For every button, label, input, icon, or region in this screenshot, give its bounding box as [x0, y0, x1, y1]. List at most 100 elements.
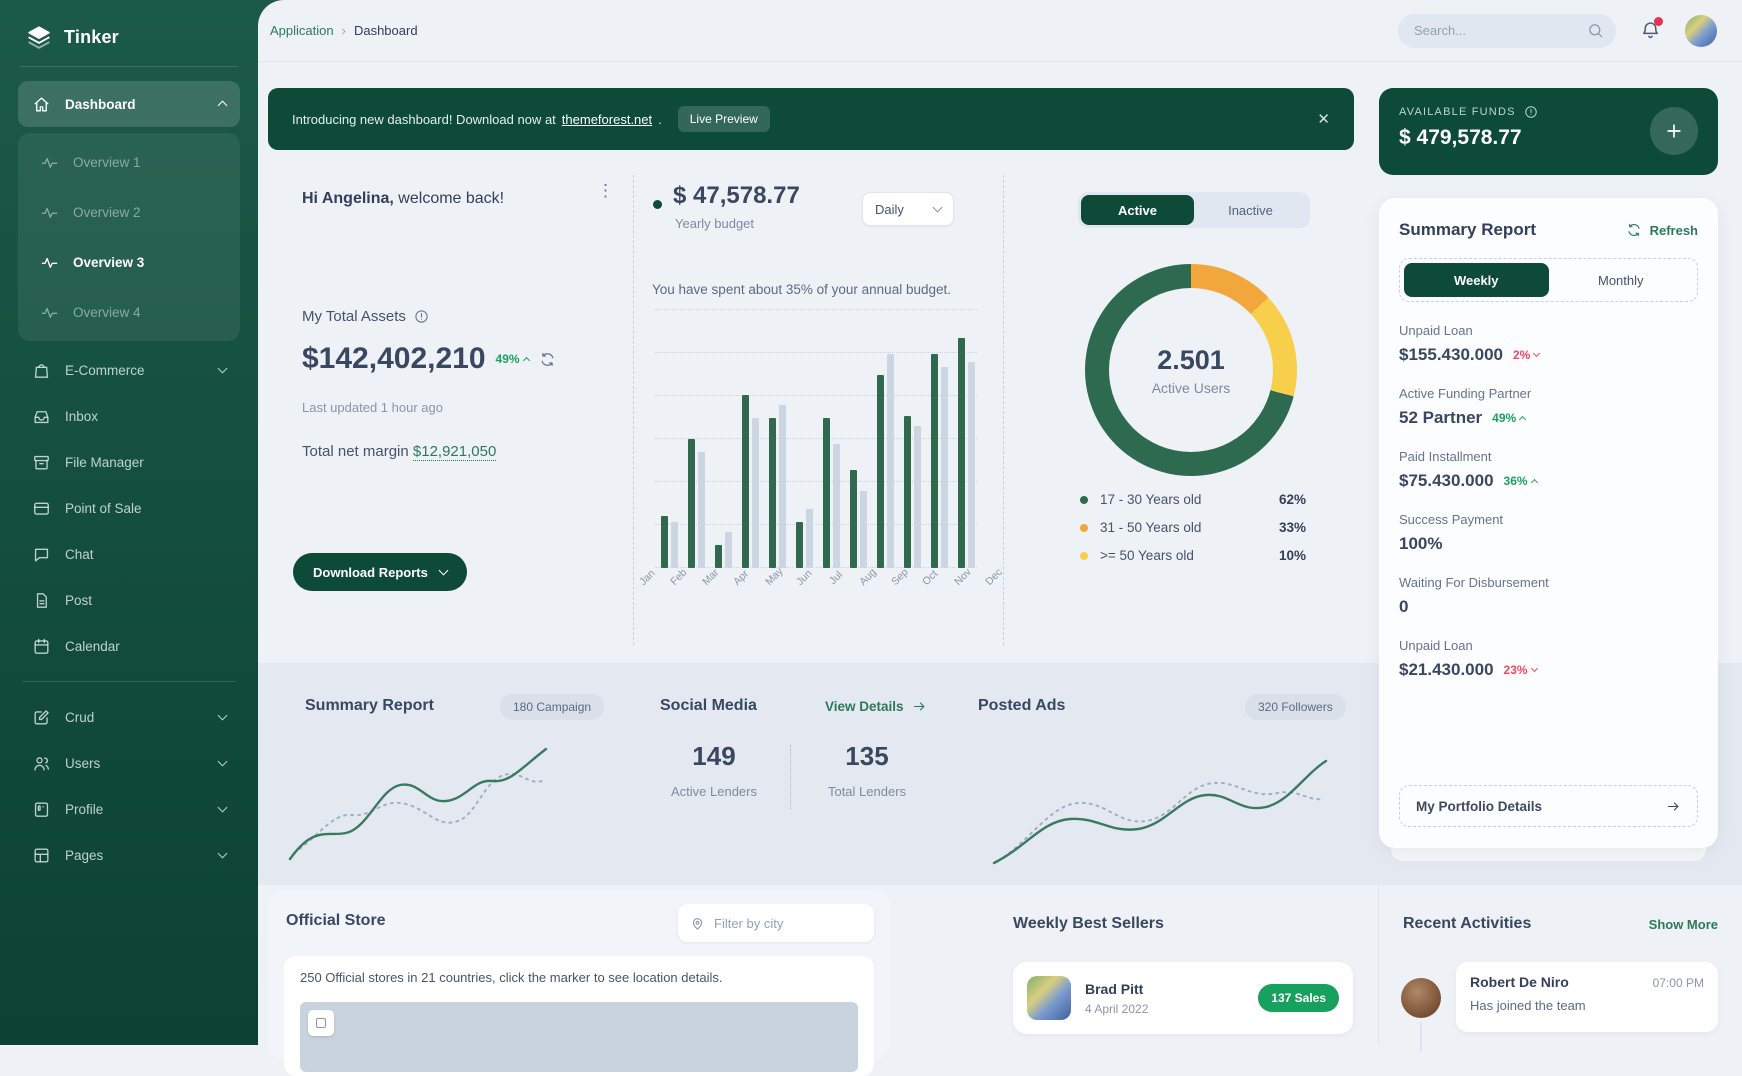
bar-budget: [725, 532, 732, 568]
sidebar-item-overview-2[interactable]: Overview 2: [18, 187, 240, 237]
sidebar-item-point-of-sale[interactable]: Point of Sale: [18, 485, 240, 531]
refresh-icon[interactable]: [539, 351, 556, 368]
month-label: Jul: [826, 568, 846, 588]
sidebar-item-overview-4[interactable]: Overview 4: [18, 287, 240, 337]
sidebar-item-users[interactable]: Users: [18, 740, 240, 786]
range-select[interactable]: Daily: [862, 192, 954, 226]
bar-spent: [715, 545, 722, 568]
main-area: Application › Dashboard Search... Introd…: [258, 0, 1742, 1045]
refresh-button[interactable]: Refresh: [1626, 222, 1698, 238]
chevron-down-icon: [218, 849, 228, 859]
map-control-button[interactable]: [308, 1010, 334, 1036]
legend-row: 17 - 30 Years old62%: [1080, 492, 1306, 507]
bar-budget: [941, 367, 948, 568]
top-bar: Application › Dashboard Search...: [258, 0, 1742, 62]
bar-group-jan: [661, 310, 678, 568]
tab-weekly[interactable]: Weekly: [1404, 263, 1549, 297]
toggle-active[interactable]: Active: [1081, 195, 1194, 225]
sidebar-item-profile[interactable]: Profile: [18, 786, 240, 832]
month-label: Aug: [857, 568, 877, 588]
bar-group-nov: [931, 310, 948, 568]
kebab-menu-icon[interactable]: ⋮: [597, 182, 614, 201]
banner-text: Introducing new dashboard! Download now …: [292, 112, 556, 127]
tab-monthly[interactable]: Monthly: [1549, 263, 1694, 297]
month-label: Mar: [700, 568, 720, 588]
store-description: 250 Official stores in 21 countries, cli…: [300, 970, 858, 985]
toggle-inactive[interactable]: Inactive: [1194, 195, 1307, 225]
summary-row-label: Success Payment: [1399, 512, 1698, 527]
notification-badge: [1654, 17, 1663, 26]
user-avatar[interactable]: [1685, 15, 1717, 47]
sidebar-item-chat[interactable]: Chat: [18, 531, 240, 577]
budget-bar-chart: [655, 310, 977, 568]
timeline-line: [1420, 1022, 1422, 1052]
legend-value: 62%: [1279, 492, 1306, 507]
download-reports-button[interactable]: Download Reports: [293, 553, 467, 591]
best-seller-item: Brad Pitt 4 April 2022 137 Sales: [1013, 962, 1353, 1034]
info-icon: [414, 309, 429, 324]
live-preview-button[interactable]: Live Preview: [678, 106, 770, 132]
active-users-count: 2.501: [1157, 345, 1225, 376]
add-funds-button[interactable]: [1650, 107, 1698, 155]
legend-dot: [1080, 524, 1088, 532]
month-label: Feb: [669, 568, 689, 588]
refresh-icon: [1626, 222, 1642, 238]
summary-row: Active Funding Partner52 Partner49%: [1399, 386, 1698, 428]
bar-group-aug: [850, 310, 867, 568]
bar-budget: [914, 426, 921, 568]
portfolio-details-button[interactable]: My Portfolio Details: [1399, 785, 1698, 827]
sidebar-item-inbox[interactable]: Inbox: [18, 393, 240, 439]
summary-row: Success Payment100%: [1399, 512, 1698, 554]
available-funds-card: AVAILABLE FUNDS $ 479,578.77: [1379, 88, 1718, 175]
chevron-down-icon: [218, 757, 228, 767]
sidebar-item-dashboard[interactable]: Dashboard: [18, 81, 240, 127]
month-label: Sep: [889, 568, 909, 588]
notifications-button[interactable]: [1640, 20, 1661, 41]
sidebar-item-e-commerce[interactable]: E-Commerce: [18, 347, 240, 393]
show-more-link[interactable]: Show More: [1649, 917, 1718, 932]
summary-row-value: $21.430.000: [1399, 660, 1494, 680]
filter-city-input[interactable]: Filter by city: [678, 904, 874, 942]
legend-row: >= 50 Years old10%: [1080, 548, 1306, 563]
sidebar-item-post[interactable]: Post: [18, 577, 240, 623]
legend-dot: [1080, 496, 1088, 504]
social-media-title: Social Media: [660, 697, 757, 715]
themeforest-link[interactable]: themeforest.net: [562, 112, 652, 127]
band-summary-title: Summary Report: [305, 697, 434, 715]
stat-label: Total Lenders: [811, 784, 923, 799]
activity-icon: [40, 153, 59, 172]
active-users-label: Active Users: [1152, 380, 1231, 396]
badge-icon: [32, 800, 51, 819]
net-margin-value[interactable]: $12,921,050: [413, 443, 496, 461]
filter-placeholder: Filter by city: [714, 916, 783, 931]
sales-badge: 137 Sales: [1258, 984, 1339, 1012]
summary-row-label: Paid Installment: [1399, 449, 1698, 464]
chevron-down-icon: [218, 711, 228, 721]
card-icon: [32, 499, 51, 518]
sidebar-item-overview-3[interactable]: Overview 3: [18, 237, 240, 287]
sidebar-item-calendar[interactable]: Calendar: [18, 623, 240, 669]
best-sellers-title: Weekly Best Sellers: [1013, 915, 1164, 933]
search-placeholder: Search...: [1414, 23, 1587, 38]
breadcrumb-dashboard: Dashboard: [354, 23, 418, 38]
panel-title: Summary Report: [1399, 220, 1536, 240]
chevron-down-icon: [218, 803, 228, 813]
recent-activities-title: Recent Activities: [1403, 915, 1531, 933]
view-details-link[interactable]: View Details: [825, 699, 927, 714]
breadcrumb-separator: ›: [342, 23, 346, 38]
stat-label: Active Lenders: [658, 784, 770, 799]
sidebar-item-crud[interactable]: Crud: [18, 694, 240, 740]
breadcrumb-application[interactable]: Application: [270, 23, 334, 38]
sidebar-item-pages[interactable]: Pages: [18, 832, 240, 878]
sidebar-item-file-manager[interactable]: File Manager: [18, 439, 240, 485]
active-users-block: Active Inactive 2.501 Active Users 17 - …: [1003, 160, 1363, 663]
close-icon[interactable]: ✕: [1317, 110, 1330, 128]
period-tabs: Weekly Monthly: [1399, 258, 1698, 302]
store-map[interactable]: [300, 1002, 858, 1072]
search-input[interactable]: Search...: [1398, 14, 1616, 48]
seller-avatar: [1027, 976, 1071, 1020]
assets-amount: $142,402,210: [302, 342, 486, 376]
summary-row-label: Unpaid Loan: [1399, 323, 1698, 338]
dashboard-submenu: Overview 1Overview 2Overview 3Overview 4: [18, 133, 240, 341]
sidebar-item-overview-1[interactable]: Overview 1: [18, 137, 240, 187]
